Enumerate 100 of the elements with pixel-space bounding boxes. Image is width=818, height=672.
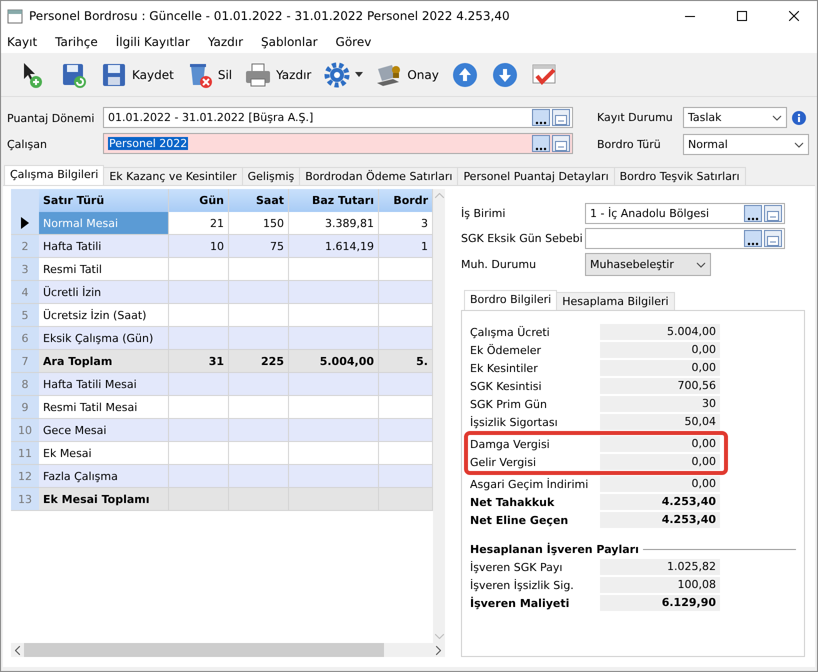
toolbar-button[interactable]: Kaydet — [97, 60, 177, 88]
browse-button[interactable] — [532, 135, 550, 152]
field-label: Muh. Durumu — [461, 258, 538, 271]
summary-label: İşveren İşsizlik Sig. — [470, 578, 575, 592]
tab[interactable]: Hesaplama Bilgileri — [556, 292, 675, 310]
row-number: 6 — [11, 327, 39, 349]
row-pointer-icon — [21, 217, 29, 229]
ellipsis-icon — [747, 217, 759, 221]
table-cell: Ücretsiz İzin (Saat) — [39, 304, 169, 326]
window-icon — [767, 211, 779, 221]
window-title: Personel Bordrosu : Güncelle - 01.01.2022 - 31.01.2022 Personel 2022 4.253,40 — [29, 9, 511, 23]
reason-field[interactable] — [585, 228, 785, 249]
table-cell: 1.614,19 — [289, 235, 379, 257]
summary-value: 0,00 — [600, 360, 720, 376]
toolbar-button[interactable]: Onay — [372, 60, 442, 88]
arrow-up-icon — [450, 60, 479, 88]
table-cell: 150 — [229, 212, 289, 234]
arrow-down-icon — [490, 60, 519, 88]
row-number: 13 — [11, 488, 39, 510]
window-icon — [555, 115, 567, 125]
row-number: 3 — [11, 258, 39, 280]
maximize-icon — [737, 11, 747, 21]
summary-value: 0,00 — [600, 436, 720, 452]
field-label: Çalışan — [7, 138, 48, 150]
chevron-down-icon — [772, 114, 782, 120]
summary-value: 1.025,82 — [600, 559, 720, 575]
summary-label: İşsizlik Sigortası — [470, 416, 559, 428]
summary-label: Gelir Vergisi — [470, 456, 538, 468]
table-cell: 5.004,00 — [289, 350, 379, 372]
period-field[interactable]: 01.01.2022 - 31.01.2022 [Büşra A.Ş.] — [103, 107, 573, 128]
accounting-dropdown[interactable]: Muhasebeleştir — [585, 253, 711, 276]
scroll-left-icon — [15, 646, 20, 654]
browse-button[interactable] — [532, 109, 550, 126]
table-cell: Ek Mesai — [39, 442, 169, 464]
menu-item[interactable]: Şablonlar — [259, 35, 326, 49]
table-cell: Resmi Tatil — [39, 258, 169, 280]
field-label: İş Birimi — [461, 207, 506, 220]
table-cell: 31 — [169, 350, 229, 372]
info-icon — [791, 110, 807, 126]
employee-field[interactable]: Personel 2022 — [103, 133, 573, 154]
scrollbar-thumb[interactable] — [24, 643, 384, 657]
table-cell: 75 — [229, 235, 289, 257]
row-number: 7 — [11, 350, 39, 372]
field-label: Bordro Türü — [597, 138, 662, 151]
row-number: 9 — [11, 396, 39, 418]
ellipsis-icon — [535, 147, 547, 151]
section-title: Hesaplanan İşveren Payları — [470, 543, 639, 556]
summary-value: 0,00 — [600, 476, 720, 492]
row-number: 2 — [11, 235, 39, 257]
row-number: 4 — [11, 281, 39, 303]
tab[interactable]: Ek Kazanç ve Kesintiler — [103, 167, 243, 185]
menu-item[interactable]: Kayıt — [5, 35, 46, 49]
tab[interactable]: Personel Puantaj Detayları — [457, 167, 615, 185]
tab[interactable]: Bordro Bilgileri — [464, 290, 558, 310]
menu-item[interactable]: Görev — [334, 35, 380, 49]
payroll-type-dropdown[interactable]: Normal — [683, 134, 809, 155]
summary-label: Ek Ödemeler — [470, 344, 542, 356]
row-number: 12 — [11, 465, 39, 487]
summary-label: İşveren SGK Payı — [470, 560, 564, 574]
table-cell: Resmi Tatil Mesai — [39, 396, 169, 418]
toolbar-button[interactable]: Sil — [182, 60, 236, 88]
table-cell: Ücretli İzin — [39, 281, 169, 303]
ellipsis-icon — [747, 242, 759, 246]
tab[interactable]: Bordro Teşvik Satırları — [614, 167, 746, 185]
menu-item[interactable]: Tarihçe — [53, 35, 106, 49]
scroll-up-icon — [434, 193, 444, 198]
tab[interactable]: Çalışma Bilgileri — [4, 165, 104, 185]
printer-icon — [244, 60, 272, 88]
row-number: 10 — [11, 419, 39, 441]
summary-value: 100,08 — [600, 577, 720, 593]
row-number: 5 — [11, 304, 39, 326]
scroll-down-icon — [434, 634, 444, 639]
browse-button[interactable] — [744, 205, 762, 222]
close-icon — [789, 11, 799, 21]
table-cell: Fazla Çalışma — [39, 465, 169, 487]
summary-value: 30 — [600, 396, 720, 412]
dropdown-arrow-icon — [355, 72, 364, 77]
table-cell: Hafta Tatili Mesai — [39, 373, 169, 395]
field-label: SGK Eksik Gün Sebebi — [461, 232, 584, 245]
unit-field[interactable]: 1 - İç Anadolu Bölgesi — [585, 203, 785, 224]
status-dropdown[interactable]: Taslak — [683, 107, 787, 128]
summary-value: 0,00 — [600, 342, 720, 358]
browse-button[interactable] — [744, 230, 762, 247]
summary-value: 50,04 — [600, 414, 720, 430]
menu-item[interactable]: Yazdır — [206, 35, 252, 49]
tab[interactable]: Gelişmiş — [242, 167, 300, 185]
summary-value: 5.004,00 — [600, 324, 720, 340]
table-cell: Eksik Çalışma (Gün) — [39, 327, 169, 349]
table-cell: 3.389,81 — [289, 212, 379, 234]
toolbar-button[interactable]: Yazdır — [241, 60, 314, 88]
calendar-icon — [7, 8, 23, 24]
menu-item[interactable]: İlgili Kayıtlar — [114, 35, 198, 49]
summary-label: Net Tahakkuk — [470, 496, 556, 508]
summary-value: 700,56 — [600, 378, 720, 394]
table-cell: Ara Toplam — [39, 350, 169, 372]
ellipsis-icon — [535, 121, 547, 125]
summary-value: 0,00 — [600, 454, 720, 470]
table-cell: 225 — [229, 350, 289, 372]
table-cell: Normal Mesai — [39, 212, 169, 234]
gear-icon — [323, 60, 352, 88]
